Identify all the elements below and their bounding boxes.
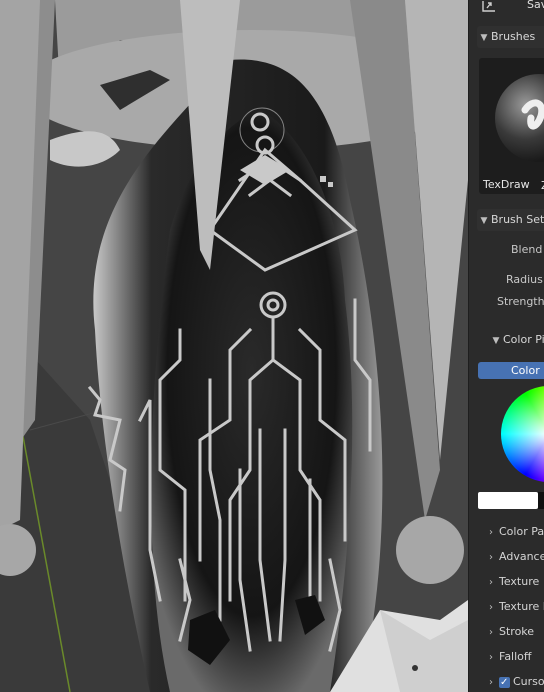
section-label: Texture: [499, 575, 540, 588]
section-advanced[interactable]: › Advanced: [483, 546, 544, 568]
section-texture-mask[interactable]: › Texture Mask: [483, 596, 544, 618]
section-label: Advanced: [499, 550, 544, 563]
section-label: Stroke: [499, 625, 535, 638]
chevron-right-icon: ›: [489, 577, 493, 588]
brush-settings-title: Brush Settings: [491, 213, 544, 226]
chevron-right-icon: ›: [489, 627, 493, 638]
section-cursor[interactable]: › Cursor: [483, 671, 544, 692]
section-falloff[interactable]: › Falloff: [483, 646, 531, 668]
brushes-panel-title: Brushes: [491, 30, 536, 43]
chevron-down-icon: ▼: [480, 216, 488, 226]
file-browse-icon[interactable]: [481, 0, 497, 14]
brush-sphere-icon: [495, 74, 544, 162]
chevron-down-icon: ▼: [492, 336, 500, 346]
chevron-right-icon: ›: [489, 677, 493, 688]
chevron-right-icon: ›: [489, 602, 493, 613]
chevron-right-icon: ›: [489, 527, 493, 538]
brush-name-label[interactable]: TexDraw: [483, 178, 543, 192]
properties-sidebar: Save ▼Brushes TexDraw Z ▼Brush Settings …: [468, 0, 544, 692]
color-picker-header[interactable]: ▼Color Picker: [489, 330, 544, 350]
top-toolbar: Save: [469, 0, 544, 18]
chevron-down-icon: ▼: [480, 33, 488, 43]
secondary-color-swatch[interactable]: [538, 492, 544, 509]
color-tab-button[interactable]: Color: [478, 362, 544, 379]
section-texture[interactable]: › Texture: [483, 571, 539, 593]
section-label: Color Palette: [499, 525, 544, 538]
brush-settings-header[interactable]: ▼Brush Settings: [477, 209, 544, 231]
3d-viewport[interactable]: [0, 0, 468, 692]
color-wheel[interactable]: [501, 386, 544, 482]
brush-preview[interactable]: TexDraw Z: [479, 58, 544, 194]
chevron-right-icon: ›: [489, 552, 493, 563]
save-button[interactable]: Save: [527, 0, 544, 11]
section-label: Texture Mask: [499, 600, 544, 613]
strength-label: Strength: [497, 295, 544, 308]
brushes-panel-header[interactable]: ▼ Brushes: [477, 26, 544, 48]
section-stroke[interactable]: › Stroke: [483, 621, 534, 643]
blend-label: Blend: [511, 243, 543, 256]
section-label: Falloff: [499, 650, 532, 663]
section-color-palette[interactable]: › Color Palette: [483, 521, 544, 543]
viewport-scene: [0, 0, 468, 692]
primary-color-swatch[interactable]: [478, 492, 538, 509]
color-picker-title: Color Picker: [503, 333, 544, 346]
section-label: Cursor: [513, 675, 544, 688]
radius-label: Radius: [506, 273, 543, 286]
cursor-checkbox[interactable]: [499, 672, 510, 692]
chevron-right-icon: ›: [489, 652, 493, 663]
